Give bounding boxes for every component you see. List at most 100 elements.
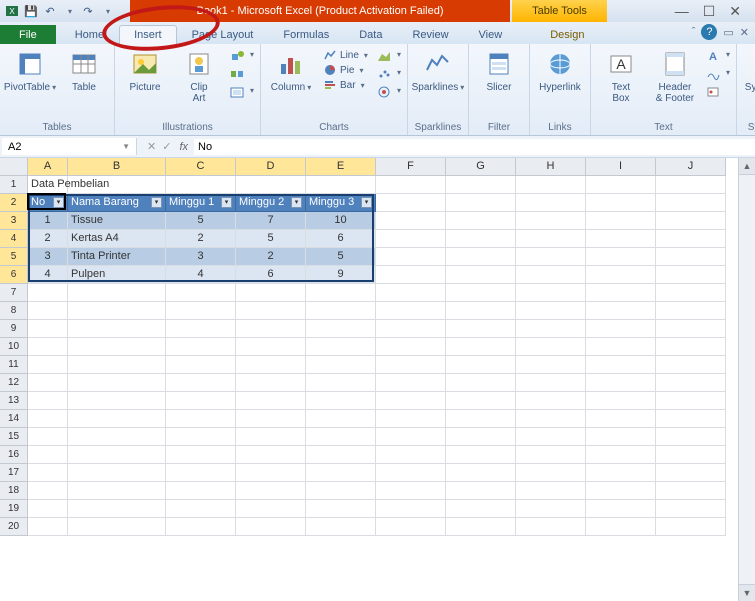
screenshot-icon[interactable] <box>229 84 245 100</box>
cell-J8[interactable] <box>656 302 726 320</box>
cell-J15[interactable] <box>656 428 726 446</box>
cell-G16[interactable] <box>446 446 516 464</box>
cell-B15[interactable] <box>68 428 166 446</box>
cell-H20[interactable] <box>516 518 586 536</box>
cell-I9[interactable] <box>586 320 656 338</box>
cell-E14[interactable] <box>306 410 376 428</box>
object-icon[interactable] <box>705 84 721 100</box>
cell-area[interactable]: Data PembelianNo▾Nama Barang▾Minggu 1▾Mi… <box>28 176 726 536</box>
cell-F11[interactable] <box>376 356 446 374</box>
cell-F9[interactable] <box>376 320 446 338</box>
cell-F2[interactable] <box>376 194 446 212</box>
tab-formulas[interactable]: Formulas <box>268 25 344 44</box>
area-chart-icon[interactable] <box>376 48 392 64</box>
cell-B12[interactable] <box>68 374 166 392</box>
row-header-19[interactable]: 19 <box>0 500 28 518</box>
cell-H4[interactable] <box>516 230 586 248</box>
cell-J17[interactable] <box>656 464 726 482</box>
cell-F20[interactable] <box>376 518 446 536</box>
cell-H16[interactable] <box>516 446 586 464</box>
cell-H12[interactable] <box>516 374 586 392</box>
cell-D14[interactable] <box>236 410 306 428</box>
cell-D15[interactable] <box>236 428 306 446</box>
cell-H17[interactable] <box>516 464 586 482</box>
cell-C1[interactable] <box>166 176 236 194</box>
cell-H9[interactable] <box>516 320 586 338</box>
cell-J9[interactable] <box>656 320 726 338</box>
cell-C11[interactable] <box>166 356 236 374</box>
cell-J7[interactable] <box>656 284 726 302</box>
signature-dropdown[interactable] <box>724 66 730 82</box>
column-header-F[interactable]: F <box>376 158 446 176</box>
column-header-B[interactable]: B <box>68 158 166 176</box>
qat-customize[interactable] <box>99 3 115 19</box>
column-header-D[interactable]: D <box>236 158 306 176</box>
cell-C2[interactable]: Minggu 1▾ <box>166 194 236 212</box>
cell-G1[interactable] <box>446 176 516 194</box>
sparklines-button[interactable]: Sparklines <box>414 48 462 93</box>
cell-F10[interactable] <box>376 338 446 356</box>
cell-I4[interactable] <box>586 230 656 248</box>
row-header-4[interactable]: 4 <box>0 230 28 248</box>
cell-G2[interactable] <box>446 194 516 212</box>
cell-B8[interactable] <box>68 302 166 320</box>
cell-G4[interactable] <box>446 230 516 248</box>
cell-E9[interactable] <box>306 320 376 338</box>
row-header-17[interactable]: 17 <box>0 464 28 482</box>
row-header-11[interactable]: 11 <box>0 356 28 374</box>
cell-D9[interactable] <box>236 320 306 338</box>
cell-D4[interactable]: 5 <box>236 230 306 248</box>
cell-E12[interactable] <box>306 374 376 392</box>
cell-E4[interactable]: 6 <box>306 230 376 248</box>
shapes-icon[interactable] <box>229 48 245 64</box>
cell-A16[interactable] <box>28 446 68 464</box>
cell-A19[interactable] <box>28 500 68 518</box>
signature-icon[interactable] <box>705 66 721 82</box>
cell-A15[interactable] <box>28 428 68 446</box>
cell-B1[interactable] <box>68 176 166 194</box>
cell-J3[interactable] <box>656 212 726 230</box>
cell-A12[interactable] <box>28 374 68 392</box>
cell-D12[interactable] <box>236 374 306 392</box>
cell-J19[interactable] <box>656 500 726 518</box>
row-header-6[interactable]: 6 <box>0 266 28 284</box>
cell-B14[interactable] <box>68 410 166 428</box>
row-header-20[interactable]: 20 <box>0 518 28 536</box>
cell-B11[interactable] <box>68 356 166 374</box>
cell-B3[interactable]: Tissue <box>68 212 166 230</box>
cell-C12[interactable] <box>166 374 236 392</box>
cell-F8[interactable] <box>376 302 446 320</box>
close-icon[interactable]: ✕ <box>729 3 741 20</box>
cell-C10[interactable] <box>166 338 236 356</box>
row-header-16[interactable]: 16 <box>0 446 28 464</box>
cell-G17[interactable] <box>446 464 516 482</box>
cell-E3[interactable]: 10 <box>306 212 376 230</box>
cell-I20[interactable] <box>586 518 656 536</box>
cell-B20[interactable] <box>68 518 166 536</box>
cell-F5[interactable] <box>376 248 446 266</box>
window-restore-icon[interactable]: ▭ <box>723 26 733 39</box>
save-icon[interactable]: 💾 <box>23 3 39 19</box>
help-icon[interactable]: ? <box>701 24 717 40</box>
cell-J14[interactable] <box>656 410 726 428</box>
cell-D10[interactable] <box>236 338 306 356</box>
cell-G3[interactable] <box>446 212 516 230</box>
filter-icon[interactable]: ▾ <box>221 197 232 208</box>
smartart-icon[interactable] <box>229 66 245 82</box>
cell-C15[interactable] <box>166 428 236 446</box>
cell-B10[interactable] <box>68 338 166 356</box>
column-header-J[interactable]: J <box>656 158 726 176</box>
other-chart-icon[interactable] <box>376 84 392 100</box>
cell-E2[interactable]: Minggu 3▾ <box>306 194 376 212</box>
cell-J16[interactable] <box>656 446 726 464</box>
cell-C8[interactable] <box>166 302 236 320</box>
cell-B17[interactable] <box>68 464 166 482</box>
cell-D7[interactable] <box>236 284 306 302</box>
textbox-button[interactable]: A Text Box <box>597 48 645 104</box>
row-header-13[interactable]: 13 <box>0 392 28 410</box>
row-header-12[interactable]: 12 <box>0 374 28 392</box>
cell-J12[interactable] <box>656 374 726 392</box>
pie-dropdown[interactable] <box>357 65 363 76</box>
cell-H14[interactable] <box>516 410 586 428</box>
cell-E10[interactable] <box>306 338 376 356</box>
